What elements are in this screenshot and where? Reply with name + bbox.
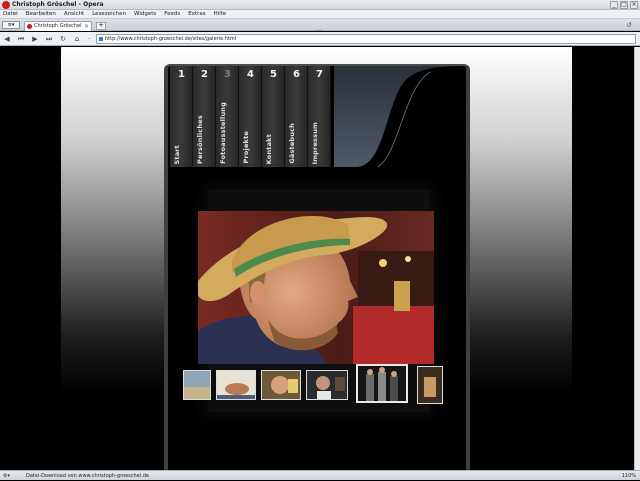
menu-item-widgets[interactable]: Widgets bbox=[134, 10, 156, 18]
menu-item-ansicht[interactable]: Ansicht bbox=[64, 10, 84, 18]
nav-item-projekte[interactable]: 4 Projekte bbox=[239, 66, 262, 167]
gallery-main-photo[interactable] bbox=[198, 211, 434, 364]
reload-icon[interactable]: ↻ bbox=[59, 35, 67, 43]
forward-icon[interactable]: ▶ bbox=[31, 35, 39, 43]
nav-item-number: 6 bbox=[293, 69, 300, 80]
minimize-button[interactable]: _ bbox=[610, 1, 618, 9]
menu-item-extras[interactable]: Extras bbox=[188, 10, 205, 18]
tab-close-icon[interactable]: × bbox=[84, 22, 89, 31]
nav-item-start[interactable]: 1 Start bbox=[170, 66, 193, 167]
nav-item-number: 3 bbox=[224, 69, 231, 80]
back-icon[interactable]: ◀ bbox=[3, 35, 11, 43]
url-text: http://www.christoph-groeschel.de/sites/… bbox=[105, 36, 237, 42]
status-settings-icon[interactable]: ⚙▾ bbox=[3, 473, 13, 479]
address-bar: ◀ ⏮ ▶ ⏭ ↻ ⌂ · http://www.christoph-groes… bbox=[0, 32, 640, 46]
main-navigation: 1 Start 2 Persönliches 3 Fotoausstellung… bbox=[170, 66, 331, 167]
thumbnail[interactable] bbox=[183, 370, 211, 400]
menu-bar: Datei Bearbeiten Ansicht Lesezeichen Wid… bbox=[0, 10, 640, 19]
tab-favicon-icon bbox=[27, 24, 32, 29]
nav-item-number: 5 bbox=[270, 69, 277, 80]
thumbnail[interactable] bbox=[261, 370, 301, 400]
url-input[interactable]: http://www.christoph-groeschel.de/sites/… bbox=[96, 34, 636, 44]
menu-item-hilfe[interactable]: Hilfe bbox=[214, 10, 227, 18]
page-right-edge bbox=[634, 47, 640, 470]
thumbnail[interactable] bbox=[417, 366, 443, 404]
trash-icon[interactable]: ↺ bbox=[626, 21, 636, 29]
nav-item-number: 4 bbox=[247, 69, 254, 80]
nav-item-label: Fotoausstellung bbox=[219, 102, 227, 164]
rewind-icon[interactable]: ⏮ bbox=[17, 35, 25, 43]
site-container: 1 Start 2 Persönliches 3 Fotoausstellung… bbox=[164, 64, 470, 470]
window-title: Christoph Gröschel - Opera bbox=[12, 1, 104, 8]
nav-item-label: Impressum bbox=[311, 121, 319, 164]
menu-item-feeds[interactable]: Feeds bbox=[164, 10, 180, 18]
nav-item-label: Kontakt bbox=[265, 133, 273, 164]
nav-item-gaestebuch[interactable]: 6 Gästebuch bbox=[285, 66, 308, 167]
thumbnail-image bbox=[217, 371, 255, 399]
nav-item-number: 7 bbox=[316, 69, 323, 80]
window-controls: _ □ × bbox=[610, 1, 638, 9]
maximize-button[interactable]: □ bbox=[620, 1, 628, 9]
portrait-image bbox=[198, 211, 434, 364]
status-bar: ⚙▾ Datei-Download von www.christoph-groe… bbox=[0, 470, 640, 480]
nav-item-label: Persönliches bbox=[196, 115, 204, 164]
menu-item-lesezeichen[interactable]: Lesezeichen bbox=[92, 10, 126, 18]
nav-item-impressum[interactable]: 7 Impressum bbox=[308, 66, 331, 167]
menu-item-bearbeiten[interactable]: Bearbeiten bbox=[26, 10, 56, 18]
nav-item-number: 2 bbox=[201, 69, 208, 80]
nav-item-label: Gästebuch bbox=[288, 123, 296, 164]
thumbnail-selected[interactable] bbox=[356, 364, 408, 403]
nav-item-persoenliches[interactable]: 2 Persönliches bbox=[193, 66, 216, 167]
close-button[interactable]: × bbox=[630, 1, 638, 9]
new-tab-button[interactable]: + bbox=[96, 22, 106, 30]
thumbnail-image bbox=[418, 367, 442, 403]
thumbnail-image bbox=[262, 371, 300, 399]
thumbnail-strip bbox=[183, 364, 449, 409]
fast-forward-icon[interactable]: ⏭ bbox=[45, 35, 53, 43]
stop-icon[interactable]: · bbox=[85, 35, 93, 43]
nav-item-kontakt[interactable]: 5 Kontakt bbox=[262, 66, 285, 167]
menu-item-datei[interactable]: Datei bbox=[3, 10, 18, 18]
tab-christoph-groeschel[interactable]: Christoph Gröschel × bbox=[24, 21, 92, 31]
site-favicon-icon bbox=[99, 37, 103, 41]
nav-item-label: Projekte bbox=[242, 131, 250, 164]
panel-toggle-button[interactable]: ≡▾ bbox=[2, 21, 20, 29]
thumbnail-image bbox=[358, 366, 406, 401]
thumbnail-image bbox=[184, 371, 210, 399]
page-viewport: 1 Start 2 Persönliches 3 Fotoausstellung… bbox=[0, 47, 640, 470]
nav-item-label: Start bbox=[173, 144, 181, 165]
window-titlebar: Christoph Gröschel - Opera _ □ × bbox=[0, 0, 640, 10]
thumbnail[interactable] bbox=[216, 370, 256, 400]
tab-label: Christoph Gröschel bbox=[34, 23, 82, 29]
nav-item-number: 1 bbox=[178, 69, 185, 80]
thumbnail[interactable] bbox=[306, 370, 348, 400]
nav-item-fotoausstellung[interactable]: 3 Fotoausstellung bbox=[216, 66, 239, 167]
opera-logo-icon bbox=[2, 1, 10, 9]
thumbnail-image bbox=[307, 371, 347, 399]
home-icon[interactable]: ⌂ bbox=[73, 35, 81, 43]
